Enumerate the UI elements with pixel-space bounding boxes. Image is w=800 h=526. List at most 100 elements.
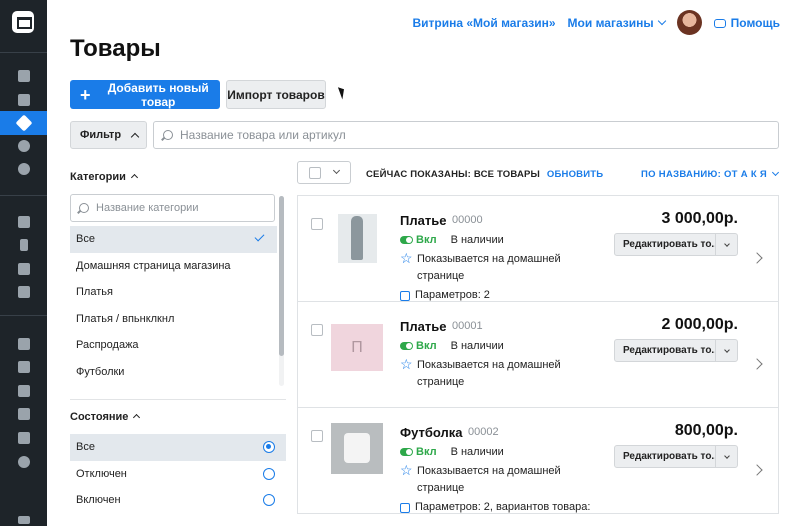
sidebar-item-facebook[interactable] <box>0 210 47 234</box>
chevron-down-icon <box>723 452 730 459</box>
sidebar-item-messages[interactable] <box>0 508 47 526</box>
chevron-down-icon <box>332 166 341 175</box>
category-search-input[interactable]: Название категории <box>70 194 275 222</box>
sidebar-item-sales-channels[interactable] <box>0 257 47 281</box>
radio-selected-icon[interactable] <box>263 441 275 453</box>
star-icon: ☆ <box>400 462 413 478</box>
help-link[interactable]: Помощь <box>713 16 780 30</box>
params-label: Параметров: 2 <box>415 289 490 301</box>
product-params: Параметров: 2, вариантов товара: <box>400 501 590 513</box>
radio-icon[interactable] <box>263 467 275 480</box>
sidebar-item-orders[interactable] <box>0 88 47 112</box>
add-product-button[interactable]: + Добавить новый товар <box>70 80 220 109</box>
radio-icon[interactable] <box>263 494 275 506</box>
sidebar-item-storefront[interactable] <box>0 64 47 88</box>
product-list: Платье 00000 Вкл В наличии ☆ Показывается… <box>297 195 779 514</box>
state-header[interactable]: Состояние <box>70 411 141 423</box>
plus-icon: + <box>80 84 91 105</box>
sidebar-item-payment[interactable] <box>0 355 47 379</box>
sidebar-item-account[interactable] <box>0 450 47 474</box>
mail-icon <box>17 516 30 524</box>
categories-title: Категории <box>70 171 126 183</box>
enabled-toggle-icon[interactable] <box>400 448 413 456</box>
state-list: Все Отключен Включен <box>70 434 286 514</box>
category-item[interactable]: Платья <box>70 279 277 306</box>
search-icon <box>79 203 89 213</box>
product-row[interactable]: П Платье 00001 Вкл В наличии ☆ Показывает… <box>298 302 778 408</box>
edit-menu-toggle[interactable] <box>716 234 737 255</box>
product-price: 3 000,00р. <box>661 210 739 227</box>
select-all-checkbox[interactable] <box>309 166 321 179</box>
chevron-right-icon[interactable] <box>751 464 763 476</box>
star-icon: ☆ <box>400 250 413 266</box>
product-image-placeholder[interactable]: П <box>331 324 383 371</box>
import-products-button[interactable]: Импорт товаров <box>226 80 326 109</box>
sort-dropdown[interactable]: ПО НАЗВАНИЮ: ОТ А К Я <box>641 168 780 180</box>
wallet-icon <box>17 361 30 373</box>
categories-header[interactable]: Категории <box>70 171 138 183</box>
product-checkbox[interactable] <box>311 324 323 336</box>
edit-product-button[interactable]: Редактировать то... <box>614 339 738 362</box>
chevron-right-icon[interactable] <box>751 358 763 370</box>
sidebar-item-marketing[interactable] <box>0 134 47 158</box>
product-name[interactable]: Платье <box>400 319 446 334</box>
product-checkbox[interactable] <box>311 218 323 230</box>
edit-product-button[interactable]: Редактировать то... <box>614 445 738 468</box>
category-item[interactable]: Домашняя страница магазина <box>70 253 277 280</box>
state-option[interactable]: Все <box>70 434 286 461</box>
edit-menu-toggle[interactable] <box>716 340 737 361</box>
product-search-input[interactable]: Название товара или артикул <box>153 121 779 149</box>
avatar[interactable] <box>676 10 702 35</box>
sidebar-item-reports[interactable] <box>0 157 47 181</box>
pie-chart-icon <box>17 163 30 175</box>
category-label: Распродажа <box>76 339 139 352</box>
sidebar-item-promo[interactable] <box>0 280 47 304</box>
sidebar-item-design[interactable] <box>0 332 47 356</box>
product-name[interactable]: Футболка <box>400 425 463 440</box>
product-price: 2 000,00р. <box>661 316 739 333</box>
refresh-link[interactable]: ОБНОВИТЬ <box>547 169 603 180</box>
product-row[interactable]: Футболка 00002 Вкл В наличии ☆ Показывает… <box>298 408 778 514</box>
category-list: Все Домашняя страница магазина Платья Пл… <box>70 226 277 385</box>
sliders-icon <box>17 408 30 420</box>
chevron-down-icon <box>723 346 730 353</box>
state-title: Состояние <box>70 411 129 423</box>
filter-toggle-button[interactable]: Фильтр <box>70 121 147 149</box>
home-page-label: Показывается на домашней странице <box>417 465 561 494</box>
params-label: Параметров: 2, вариантов товара: <box>415 501 591 513</box>
enabled-toggle-icon[interactable] <box>400 236 413 244</box>
home-page-note: ☆ Показывается на домашней странице <box>400 357 570 391</box>
filter-divider <box>70 399 286 400</box>
star-icon: ☆ <box>400 356 413 372</box>
product-image[interactable] <box>338 211 377 263</box>
product-row[interactable]: Платье 00000 Вкл В наличии ☆ Показывается… <box>298 196 778 302</box>
storefront-link[interactable]: Витрина «Мой магазин» <box>412 16 555 30</box>
product-name[interactable]: Платье <box>400 213 446 228</box>
top-header: Витрина «Мой магазин» Мои магазины Помощ… <box>412 10 780 35</box>
category-item[interactable]: Распродажа <box>70 332 277 359</box>
options-icon <box>400 503 410 513</box>
category-item[interactable]: Футболки <box>70 359 277 386</box>
sidebar-item-mobile[interactable] <box>0 233 47 257</box>
sidebar-item-shipping[interactable] <box>0 379 47 403</box>
sidebar-item-apps[interactable] <box>0 426 47 450</box>
store-logo-icon[interactable] <box>12 11 34 33</box>
chevron-right-icon[interactable] <box>751 252 763 264</box>
category-item[interactable]: Платья / впьнклкнл <box>70 306 277 333</box>
sidebar-item-settings[interactable] <box>0 402 47 426</box>
category-item[interactable]: Все <box>70 226 277 253</box>
state-option[interactable]: Включен <box>70 487 286 514</box>
edit-menu-toggle[interactable] <box>716 446 737 467</box>
select-all-dropdown[interactable] <box>297 161 351 184</box>
my-stores-menu[interactable]: Мои магазины <box>568 16 666 30</box>
edit-product-button[interactable]: Редактировать то... <box>614 233 738 256</box>
category-scrollbar-thumb[interactable] <box>279 196 284 356</box>
home-page-label: Показывается на домашней странице <box>417 253 561 282</box>
state-option[interactable]: Отключен <box>70 461 286 488</box>
product-checkbox[interactable] <box>311 430 323 442</box>
enabled-toggle-icon[interactable] <box>400 342 413 350</box>
sidebar-item-products[interactable] <box>0 111 47 135</box>
sidebar-divider <box>0 195 47 196</box>
product-image[interactable] <box>331 423 383 474</box>
stock-label: В наличии <box>450 340 504 352</box>
